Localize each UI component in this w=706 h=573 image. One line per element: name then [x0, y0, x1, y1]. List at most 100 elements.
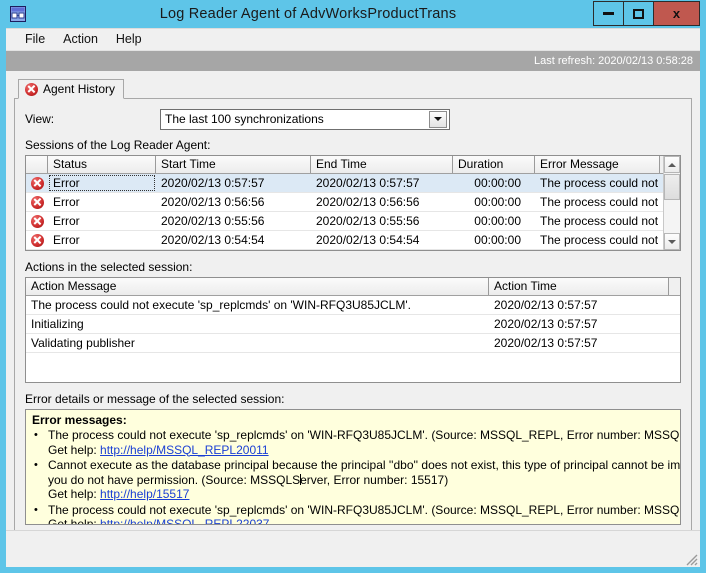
menu-item-action[interactable]: Action	[54, 30, 107, 49]
cell-error-message[interactable]: The process could not execute '...	[535, 174, 660, 192]
cell-status[interactable]: Error	[48, 231, 156, 249]
cell-action-message[interactable]: The process could not execute 'sp_replcm…	[26, 296, 489, 314]
cell-duration[interactable]: 00:00:00	[453, 174, 535, 192]
table-row[interactable]: Error 2020/02/13 0:54:54 2020/02/13 0:54…	[26, 231, 680, 250]
chevron-down-icon[interactable]	[429, 110, 447, 128]
table-row[interactable]: Error 2020/02/13 0:57:57 2020/02/13 0:57…	[26, 174, 680, 193]
table-row[interactable]: The process could not execute 'sp_replcm…	[26, 296, 680, 315]
error-icon	[30, 195, 44, 209]
view-label: View:	[25, 112, 55, 126]
actions-grid-header: Action Message Action Time	[26, 278, 680, 296]
cell-start-time[interactable]: 2020/02/13 0:54:54	[156, 231, 311, 249]
cell-end-time[interactable]: 2020/02/13 0:57:57	[311, 174, 453, 192]
row-status-icon	[26, 174, 48, 192]
client-area: File Action Help Last refresh: 2020/02/1…	[6, 28, 700, 567]
menu-bar: File Action Help	[6, 29, 700, 51]
cell-status[interactable]: Error	[48, 193, 156, 211]
maximize-button[interactable]	[623, 1, 653, 26]
bullet-icon: •	[34, 459, 38, 471]
error-icon	[30, 176, 44, 190]
tab-label: Agent History	[43, 82, 116, 96]
error-message-text-continued: you do not have permission. (Source: MSS…	[48, 472, 680, 488]
help-link[interactable]: http://help/MSSQL_REPL20011	[100, 443, 269, 457]
cell-end-time[interactable]: 2020/02/13 0:54:54	[311, 231, 453, 249]
title-bar: Log Reader Agent of AdvWorksProductTrans…	[6, 0, 700, 28]
menu-item-help[interactable]: Help	[107, 30, 151, 49]
table-row[interactable]: Initializing 2020/02/13 0:57:57	[26, 315, 680, 334]
row-status-icon	[26, 193, 48, 211]
error-message-text: The process could not execute 'sp_replcm…	[48, 502, 680, 517]
cell-duration[interactable]: 00:00:00	[453, 231, 535, 249]
sessions-scrollbar[interactable]	[663, 156, 680, 250]
column-header-end-time[interactable]: End Time	[311, 156, 453, 173]
tab-agent-history[interactable]: Agent History	[18, 79, 125, 99]
status-strip	[6, 530, 700, 567]
table-row[interactable]: Validating publisher 2020/02/13 0:57:57	[26, 334, 680, 353]
replication-icon	[8, 4, 28, 24]
cell-status[interactable]: Error	[48, 174, 156, 192]
column-header-duration[interactable]: Duration	[453, 156, 535, 173]
bullet-icon: •	[34, 429, 38, 441]
scroll-down-button[interactable]	[664, 233, 680, 250]
error-details-box[interactable]: Error messages: • The process could not …	[25, 409, 681, 525]
resize-grip[interactable]	[684, 552, 698, 566]
cell-action-time[interactable]: 2020/02/13 0:57:57	[489, 334, 669, 352]
cell-status[interactable]: Error	[48, 212, 156, 230]
column-header-action-message[interactable]: Action Message	[26, 278, 489, 295]
get-help-line: Get help: http://help/MSSQL_REPL22037	[48, 517, 680, 525]
get-help-label: Get help:	[48, 442, 101, 457]
error-icon	[30, 233, 44, 247]
cell-error-message[interactable]: The process could not execute '...	[535, 212, 660, 230]
error-icon	[25, 82, 38, 96]
help-link[interactable]: http://help/MSSQL_REPL22037	[100, 517, 269, 524]
error-message-body: The process could not execute 'sp_replcm…	[48, 428, 680, 457]
get-help-label: Get help:	[48, 487, 101, 501]
close-button[interactable]: x	[653, 1, 700, 26]
caret-glyph	[434, 117, 442, 121]
last-refresh-text: Last refresh: 2020/02/13 0:58:28	[533, 55, 693, 67]
column-header-error-message[interactable]: Error Message	[535, 156, 660, 173]
cell-error-message[interactable]: The process could not execute '...	[535, 193, 660, 211]
get-help-label: Get help:	[48, 517, 101, 525]
cell-duration[interactable]: 00:00:00	[453, 193, 535, 211]
column-header-start-time[interactable]: Start Time	[156, 156, 311, 173]
cell-end-time[interactable]: 2020/02/13 0:55:56	[311, 212, 453, 230]
column-header-action-time[interactable]: Action Time	[489, 278, 669, 295]
maximize-icon	[633, 8, 644, 19]
error-text-after-caret: erver, Error number: 15517)	[300, 472, 449, 487]
window-controls: x	[593, 1, 700, 26]
application-window: Log Reader Agent of AdvWorksProductTrans…	[0, 0, 706, 573]
sessions-grid[interactable]: Status Start Time End Time Duration Erro…	[25, 155, 681, 251]
cell-action-message[interactable]: Initializing	[26, 315, 489, 333]
error-messages-heading: Error messages:	[32, 413, 127, 427]
help-link[interactable]: http://help/15517	[100, 487, 189, 501]
chevron-down-icon	[668, 239, 676, 244]
tab-strip: Agent History	[14, 77, 692, 99]
actions-label: Actions in the selected session:	[25, 260, 193, 274]
cell-duration[interactable]: 00:00:00	[453, 212, 535, 230]
cell-action-time[interactable]: 2020/02/13 0:57:57	[489, 296, 669, 314]
column-header-icon[interactable]	[26, 156, 48, 173]
cell-action-message[interactable]: Validating publisher	[26, 334, 489, 352]
view-dropdown-value: The last 100 synchronizations	[165, 112, 324, 126]
table-row[interactable]: Error 2020/02/13 0:55:56 2020/02/13 0:55…	[26, 212, 680, 231]
cell-start-time[interactable]: 2020/02/13 0:56:56	[156, 193, 311, 211]
error-message-item: • The process could not execute 'sp_repl…	[30, 503, 680, 525]
actions-grid[interactable]: Action Message Action Time The process c…	[25, 277, 681, 383]
cell-start-time[interactable]: 2020/02/13 0:55:56	[156, 212, 311, 230]
view-dropdown[interactable]: The last 100 synchronizations	[160, 108, 450, 130]
menu-item-file[interactable]: File	[16, 30, 54, 49]
cell-end-time[interactable]: 2020/02/13 0:56:56	[311, 193, 453, 211]
cell-start-time[interactable]: 2020/02/13 0:57:57	[156, 174, 311, 192]
last-refresh-bar: Last refresh: 2020/02/13 0:58:28	[6, 51, 700, 71]
table-row[interactable]: Error 2020/02/13 0:56:56 2020/02/13 0:56…	[26, 193, 680, 212]
minimize-button[interactable]	[593, 1, 623, 26]
scroll-up-button[interactable]	[664, 156, 680, 173]
error-text-before-caret: you do not have permission. (Source: MSS…	[48, 472, 301, 487]
column-header-status[interactable]: Status	[48, 156, 156, 173]
get-help-line: Get help: http://help/15517	[48, 487, 680, 502]
scrollbar-thumb[interactable]	[664, 174, 680, 200]
error-message-body: Cannot execute as the database principal…	[48, 458, 680, 502]
cell-action-time[interactable]: 2020/02/13 0:57:57	[489, 315, 669, 333]
cell-error-message[interactable]: The process could not execute '...	[535, 231, 660, 249]
